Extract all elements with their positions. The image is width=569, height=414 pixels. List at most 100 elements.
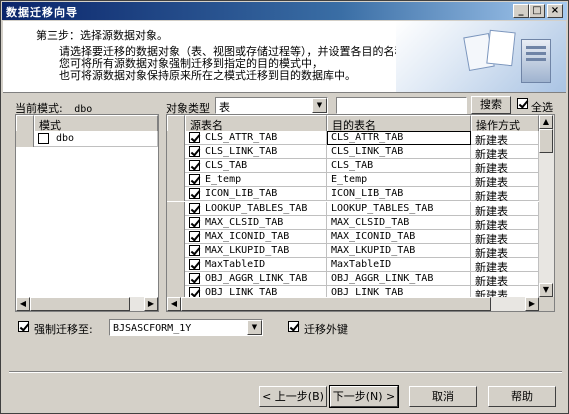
table-row[interactable]: E_temp E_temp 新建表 xyxy=(167,173,539,187)
object-table-header: 源表名 目的表名 操作方式 xyxy=(167,115,539,132)
operation-mode: 新建表 xyxy=(475,219,508,230)
schema-row[interactable]: dbo xyxy=(16,131,158,147)
row-checkbox[interactable] xyxy=(189,146,200,157)
chevron-down-icon[interactable]: ▼ xyxy=(312,98,327,113)
operation-mode-cell[interactable]: 新建表 xyxy=(471,173,539,187)
row-checkbox[interactable] xyxy=(189,217,200,228)
source-table-cell[interactable]: MAX_CLSID_TAB xyxy=(185,216,327,230)
object-type-select[interactable]: 表 ▼ xyxy=(215,97,328,114)
source-table-cell[interactable]: MAX_ICONID_TAB xyxy=(185,230,327,244)
target-table-cell[interactable]: MaxTableID xyxy=(327,258,471,272)
search-button[interactable]: 搜索 xyxy=(471,96,511,114)
operation-mode-cell[interactable]: 新建表 xyxy=(471,272,539,286)
maximize-button[interactable]: □ xyxy=(529,4,545,18)
row-checkbox[interactable] xyxy=(189,259,200,270)
migrate-fk-checkbox[interactable] xyxy=(288,321,299,332)
table-row[interactable]: CLS_TAB CLS_TAB 新建表 xyxy=(167,159,539,173)
schema-horizontal-scrollbar[interactable]: ◀ ▶ xyxy=(16,297,158,311)
cancel-button[interactable]: 取消 xyxy=(409,386,477,407)
source-table-name: OBJ_AGGR_LINK_TAB xyxy=(205,273,308,284)
operation-mode-cell[interactable]: 新建表 xyxy=(471,187,539,201)
row-checkbox[interactable] xyxy=(189,273,200,284)
operation-mode: 新建表 xyxy=(475,176,508,187)
column-header-schema[interactable]: 模式 xyxy=(34,115,158,132)
target-schema-select[interactable]: BJSASCFORM_1Y ▼ xyxy=(109,319,263,336)
object-vertical-scrollbar[interactable]: ▲ ▼ xyxy=(539,115,554,297)
source-table-cell[interactable]: CLS_TAB xyxy=(185,159,327,173)
scroll-right-button[interactable]: ▶ xyxy=(144,297,158,311)
operation-mode-cell[interactable]: 新建表 xyxy=(471,216,539,230)
object-horizontal-scrollbar[interactable]: ◀ ▶ xyxy=(167,297,539,311)
target-table-cell[interactable]: OBJ_AGGR_LINK_TAB xyxy=(327,272,471,286)
scroll-thumb[interactable] xyxy=(539,129,553,153)
table-row[interactable]: MAX_ICONID_TAB MAX_ICONID_TAB 新建表 xyxy=(167,230,539,244)
search-input[interactable] xyxy=(336,97,467,114)
select-all-checkbox[interactable] xyxy=(517,98,528,109)
schema-checkbox[interactable] xyxy=(38,133,49,144)
next-button[interactable]: 下一步(N) > xyxy=(329,385,399,408)
source-table-cell[interactable]: CLS_LINK_TAB xyxy=(185,145,327,159)
title-bar[interactable]: 数据迁移向导 _ □ × xyxy=(2,2,567,20)
table-row[interactable]: MAX_LKUPID_TAB MAX_LKUPID_TAB 新建表 xyxy=(167,244,539,258)
source-table-name: CLS_TAB xyxy=(205,160,248,171)
table-row[interactable]: LOOKUP_TABLES_TAB LOOKUP_TABLES_TAB 新建表 xyxy=(167,202,539,216)
migration-wizard-window: 数据迁移向导 _ □ × 第三步：选择源数据对象。 请选择要迁移的数据对象（表、… xyxy=(0,0,569,414)
source-table-cell[interactable]: MAX_LKUPID_TAB xyxy=(185,244,327,258)
minimize-button[interactable]: _ xyxy=(513,4,529,18)
operation-mode-cell[interactable]: 新建表 xyxy=(471,230,539,244)
source-table-cell[interactable]: E_temp xyxy=(185,173,327,187)
source-table-cell[interactable]: MaxTableID xyxy=(185,258,327,272)
operation-mode-cell[interactable]: 新建表 xyxy=(471,145,539,159)
operation-mode-cell[interactable]: 新建表 xyxy=(471,202,539,216)
target-table-cell[interactable]: LOOKUP_TABLES_TAB xyxy=(327,202,471,216)
row-checkbox[interactable] xyxy=(189,174,200,185)
row-checkbox[interactable] xyxy=(189,203,200,214)
target-table-cell[interactable]: ICON_LIB_TAB xyxy=(327,187,471,201)
operation-mode-cell[interactable]: 新建表 xyxy=(471,131,539,145)
scroll-thumb[interactable] xyxy=(181,297,491,311)
help-button[interactable]: 帮助 xyxy=(488,386,556,407)
schema-cell[interactable]: dbo xyxy=(34,131,158,147)
source-table-name: CLS_ATTR_TAB xyxy=(205,132,278,143)
row-checkbox[interactable] xyxy=(189,188,200,199)
source-table-name: MaxTableID xyxy=(205,259,266,270)
target-table-cell[interactable]: MAX_CLSID_TAB xyxy=(327,216,471,230)
scroll-thumb[interactable] xyxy=(30,297,130,311)
chevron-down-icon[interactable]: ▼ xyxy=(247,320,262,335)
row-checkbox[interactable] xyxy=(189,160,200,171)
column-header-mode[interactable]: 操作方式 xyxy=(471,115,539,132)
scroll-up-button[interactable]: ▲ xyxy=(539,115,553,129)
target-table-cell[interactable]: CLS_TAB xyxy=(327,159,471,173)
row-checkbox[interactable] xyxy=(189,245,200,256)
row-checkbox[interactable] xyxy=(189,132,200,143)
operation-mode-cell[interactable]: 新建表 xyxy=(471,244,539,258)
column-header-target[interactable]: 目的表名 xyxy=(327,115,471,132)
table-row[interactable]: CLS_LINK_TAB CLS_LINK_TAB 新建表 xyxy=(167,145,539,159)
target-table-cell[interactable]: MAX_ICONID_TAB xyxy=(327,230,471,244)
target-table-cell[interactable]: CLS_LINK_TAB xyxy=(327,145,471,159)
scroll-left-button[interactable]: ◀ xyxy=(167,297,181,311)
scroll-left-button[interactable]: ◀ xyxy=(16,297,30,311)
column-header-source[interactable]: 源表名 xyxy=(185,115,327,132)
target-table-cell[interactable]: CLS_ATTR_TAB xyxy=(327,131,471,145)
previous-button[interactable]: < 上一步(B) xyxy=(259,386,327,407)
source-table-cell[interactable]: CLS_ATTR_TAB xyxy=(185,131,327,145)
source-table-name: MAX_ICONID_TAB xyxy=(205,231,290,242)
table-row[interactable]: MAX_CLSID_TAB MAX_CLSID_TAB 新建表 xyxy=(167,216,539,230)
target-table-cell[interactable]: MAX_LKUPID_TAB xyxy=(327,244,471,258)
table-row[interactable]: OBJ_AGGR_LINK_TAB OBJ_AGGR_LINK_TAB 新建表 xyxy=(167,272,539,286)
target-table-cell[interactable]: E_temp xyxy=(327,173,471,187)
source-table-cell[interactable]: OBJ_AGGR_LINK_TAB xyxy=(185,272,327,286)
scroll-down-button[interactable]: ▼ xyxy=(539,283,553,297)
table-row[interactable]: CLS_ATTR_TAB CLS_ATTR_TAB 新建表 xyxy=(167,131,539,145)
force-migrate-checkbox[interactable] xyxy=(18,321,29,332)
table-row[interactable]: ICON_LIB_TAB ICON_LIB_TAB 新建表 xyxy=(167,187,539,201)
operation-mode-cell[interactable]: 新建表 xyxy=(471,159,539,173)
operation-mode-cell[interactable]: 新建表 xyxy=(471,258,539,272)
close-button[interactable]: × xyxy=(547,4,563,18)
table-row[interactable]: MaxTableID MaxTableID 新建表 xyxy=(167,258,539,272)
row-checkbox[interactable] xyxy=(189,231,200,242)
scroll-right-button[interactable]: ▶ xyxy=(525,297,539,311)
source-table-cell[interactable]: ICON_LIB_TAB xyxy=(185,187,327,201)
source-table-cell[interactable]: LOOKUP_TABLES_TAB xyxy=(185,202,327,216)
